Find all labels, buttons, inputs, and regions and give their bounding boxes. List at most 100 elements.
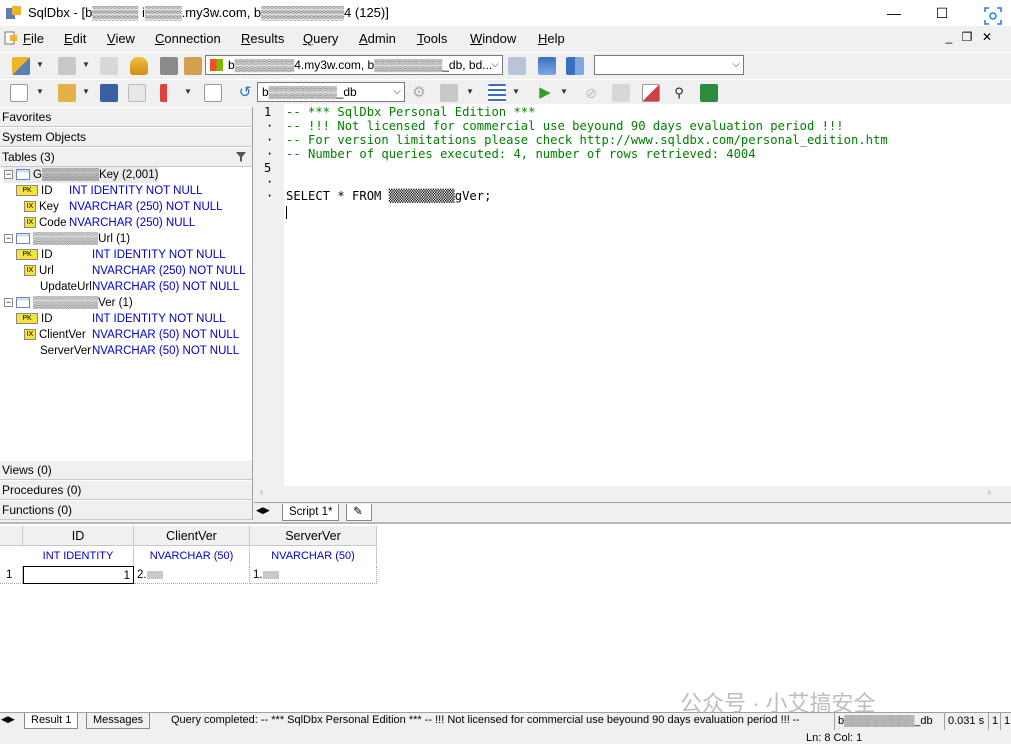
menu-edit[interactable]: Edit [64, 31, 86, 46]
column-node[interactable]: PK ID INT IDENTITY NOT NULL [16, 311, 226, 327]
chevron-down-icon[interactable]: ▼ [36, 60, 44, 69]
menu-results[interactable]: Results [241, 31, 284, 46]
mdi-minimize-button[interactable]: _ [941, 30, 957, 44]
format-icon[interactable] [160, 84, 178, 102]
tables-header[interactable]: Tables (3) [0, 147, 252, 167]
column-node[interactable]: IX ClientVer NVARCHAR (50) NOT NULL [24, 327, 239, 343]
column-node[interactable]: ServerVer NVARCHAR (50) NOT NULL [40, 343, 239, 359]
grid-cell[interactable]: 2. [134, 566, 250, 584]
grid-column-type: NVARCHAR (50) [134, 547, 250, 565]
tab-scroll-icon[interactable]: ◀▶ [1, 714, 15, 725]
grid-cell[interactable]: 1. [250, 566, 377, 584]
windows-icon [210, 59, 223, 71]
index-icon: IX [24, 265, 36, 277]
results-grid[interactable]: ID ClientVer ServerVer INT IDENTITY NVAR… [0, 522, 1011, 712]
grid-column-header[interactable]: ClientVer [134, 526, 250, 546]
disconnect-icon[interactable] [58, 57, 76, 75]
menu-view[interactable]: View [107, 31, 135, 46]
tab-result-1[interactable]: Result 1 [24, 713, 79, 729]
functions-header[interactable]: Functions (0) [0, 500, 252, 520]
minimize-button[interactable]: — [871, 2, 917, 24]
mdi-restore-button[interactable]: ❐ [959, 30, 975, 44]
clear-icon[interactable] [642, 84, 660, 102]
row-number[interactable]: 1 [0, 566, 23, 584]
views-header[interactable]: Views (0) [0, 460, 252, 480]
mdi-close-button[interactable]: ✕ [979, 30, 995, 44]
editor-horizontal-scrollbar[interactable]: ‹ › [256, 486, 1011, 502]
column-node[interactable]: IX Key NVARCHAR (250) NOT NULL [24, 199, 223, 215]
grid-cell[interactable]: 1 [23, 566, 134, 584]
settings-gear-icon[interactable]: ⚙ [410, 84, 428, 102]
scroll-left-icon[interactable]: ‹ [260, 487, 263, 498]
swap-icon[interactable] [566, 57, 584, 75]
stop-icon[interactable]: ⊘ [582, 84, 600, 102]
connection-toolbar: ▼ ▼ b▒▒▒▒▒▒▒4.my3w.com, b▒▒▒▒▒▒▒▒_db, bd… [0, 52, 1011, 78]
chevron-down-icon[interactable]: ▼ [82, 60, 90, 69]
close-script-icon[interactable] [128, 84, 146, 102]
table-node[interactable]: − ▒▒▒▒▒▒▒▒Url (1) [4, 231, 130, 247]
collapse-icon[interactable]: − [4, 234, 13, 244]
column-node[interactable]: PK ID INT IDENTITY NOT NULL [16, 183, 203, 199]
tab-messages[interactable]: Messages [86, 713, 151, 729]
grid-column-header[interactable]: ID [23, 526, 134, 546]
explain-icon[interactable] [612, 84, 630, 102]
column-node[interactable]: PK ID INT IDENTITY NOT NULL [16, 247, 226, 263]
database-select[interactable]: b▒▒▒▒▒▒▒▒_db ⌵ [257, 82, 405, 102]
chevron-down-icon[interactable]: ▼ [82, 87, 90, 96]
list-icon[interactable] [488, 84, 506, 102]
database-icon[interactable] [130, 57, 148, 75]
search-combo[interactable]: ⌵ [594, 55, 744, 75]
tab-scroll-left-icon[interactable]: ◀▶ [256, 505, 270, 516]
status-message: Query completed: -- *** SqlDbx Personal … [171, 714, 799, 726]
line-dot: · [266, 189, 274, 203]
refresh-icon[interactable]: ↺ [236, 84, 254, 102]
collapse-icon[interactable]: − [4, 170, 13, 180]
menu-file[interactable]: File [23, 31, 44, 46]
connection-select[interactable]: b▒▒▒▒▒▒▒4.my3w.com, b▒▒▒▒▒▒▒▒_db, bd... … [205, 55, 503, 75]
menu-admin[interactable]: Admin [359, 31, 396, 46]
tab-script-1[interactable]: Script 1* [282, 504, 340, 521]
table-node[interactable]: − ▒▒▒▒▒▒▒▒Ver (1) [4, 295, 133, 311]
copy-connection-icon[interactable] [100, 57, 118, 75]
scroll-right-icon[interactable]: › [988, 487, 991, 498]
chevron-down-icon[interactable]: ▼ [560, 87, 568, 96]
menu-tools[interactable]: Tools [417, 31, 447, 46]
menu-query[interactable]: Query [303, 31, 338, 46]
procedures-header[interactable]: Procedures (0) [0, 480, 252, 500]
chevron-down-icon[interactable]: ▼ [36, 87, 44, 96]
menu-help[interactable]: Help [538, 31, 565, 46]
new-connection-icon[interactable] [12, 57, 30, 75]
menu-window[interactable]: Window [470, 31, 516, 46]
menu-connection[interactable]: Connection [155, 31, 221, 46]
print-icon[interactable] [160, 57, 178, 75]
column-node[interactable]: IX Url NVARCHAR (250) NOT NULL [24, 263, 246, 279]
chevron-down-icon[interactable]: ▼ [466, 87, 474, 96]
execute-play-icon[interactable]: ▶ [536, 84, 554, 102]
save-icon[interactable] [100, 84, 118, 102]
duplicate-window-icon[interactable] [508, 57, 526, 75]
refresh-connection-icon[interactable] [538, 57, 556, 75]
collapse-icon[interactable]: − [4, 298, 13, 308]
grid-column-header[interactable]: ServerVer [250, 526, 377, 546]
screen-capture-icon[interactable] [983, 6, 1003, 26]
find-binoculars-icon[interactable]: ⚲ [670, 84, 688, 102]
column-node[interactable]: UpdateUrl NVARCHAR (50) NOT NULL [40, 279, 239, 295]
maximize-button[interactable]: ☐ [919, 2, 965, 24]
chevron-down-icon[interactable]: ▼ [184, 87, 192, 96]
new-tab-icon[interactable]: ✎ [346, 504, 372, 521]
open-folder-icon[interactable] [184, 57, 202, 75]
filter-icon[interactable] [236, 152, 246, 162]
database-select-value: b▒▒▒▒▒▒▒▒_db [262, 85, 357, 99]
system-objects-header[interactable]: System Objects [0, 127, 252, 147]
preview-icon[interactable] [204, 84, 222, 102]
column-node[interactable]: IX Code NVARCHAR (250) NULL [24, 215, 195, 231]
open-file-icon[interactable] [58, 84, 76, 102]
status-extra: 1 [1000, 713, 1011, 730]
new-script-icon[interactable] [10, 84, 28, 102]
favorites-header[interactable]: Favorites [0, 107, 252, 127]
table-node[interactable]: − G▒▒▒▒▒▒▒Key (2,001) [4, 167, 159, 183]
transaction-icon[interactable] [440, 84, 458, 102]
sql-editor[interactable]: 1 · · · 5 · · -- *** SqlDbx Personal Edi… [256, 104, 1011, 486]
chevron-down-icon[interactable]: ▼ [512, 87, 520, 96]
excel-export-icon[interactable] [700, 84, 718, 102]
